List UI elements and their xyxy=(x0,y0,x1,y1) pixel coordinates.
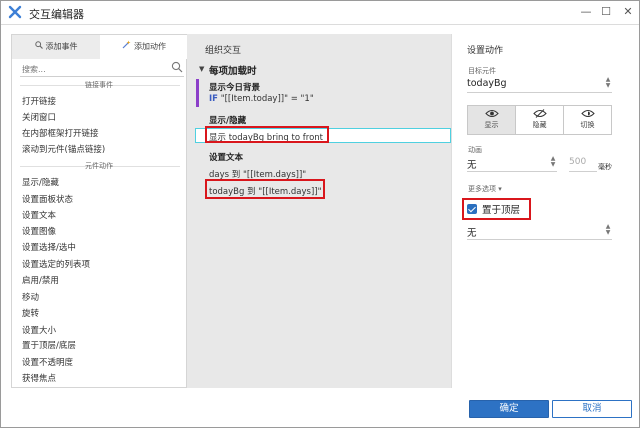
action-item-scroll-to-widget[interactable]: 滚动到元件(锚点链接) xyxy=(22,143,105,155)
interaction-editor-window: 交互编辑器 — ☐ ✕ 添加事件 添加动作 链接事件 打开链接 关闭窗口 在内部 xyxy=(0,0,640,428)
tab-add-action[interactable]: 添加动作 xyxy=(100,35,188,59)
condition-keyword: IF xyxy=(209,94,218,104)
hide-option-button[interactable]: 隐藏 xyxy=(516,106,564,134)
action-item-set-opacity[interactable]: 设置不透明度 xyxy=(22,356,73,368)
updown-arrows-icon: ▲ ▼ xyxy=(550,155,556,168)
action-item-set-panel-state[interactable]: 设置面板状态 xyxy=(22,193,73,205)
maximize-button[interactable]: ☐ xyxy=(595,3,617,21)
order-value: 无 xyxy=(467,228,477,239)
case-title[interactable]: 显示今日背景 xyxy=(209,81,260,93)
target-widget-label: 目标元件 xyxy=(468,67,496,75)
animation-select[interactable]: 无 ▲ ▼ xyxy=(467,156,557,172)
updown-arrows-icon: ▲ ▼ xyxy=(605,223,611,236)
close-button[interactable]: ✕ xyxy=(617,3,639,21)
action-settings-panel: 设置动作 目标元件 todayBg ▲▼ 显示 隐藏 切换 动画 无 ▲▼ xyxy=(451,34,631,388)
hide-option-label: 隐藏 xyxy=(532,121,547,129)
panel-title: 组织交互 xyxy=(205,46,242,56)
search-icon[interactable] xyxy=(171,61,183,73)
highlight-box xyxy=(205,179,325,199)
section-header-widgets: 元件动作 xyxy=(85,162,113,170)
action-item-bring-front-back[interactable]: 置于顶层/底层 xyxy=(22,339,76,351)
duration-unit: 毫秒 xyxy=(598,163,612,171)
animation-label: 动画 xyxy=(468,146,482,154)
highlight-box xyxy=(462,198,531,220)
eye-icon xyxy=(484,110,499,117)
action-item-open-in-frame[interactable]: 在内部框架打开链接 xyxy=(22,127,99,139)
window-title: 交互编辑器 xyxy=(29,8,84,21)
show-option-button[interactable]: 显示 xyxy=(468,106,516,134)
toggle-option-button[interactable]: 切换 xyxy=(564,106,611,134)
order-select[interactable]: 无 ▲ ▼ xyxy=(467,224,612,240)
search-input[interactable] xyxy=(20,63,184,77)
magic-wand-icon xyxy=(122,35,131,59)
action-item-enable-disable[interactable]: 启用/禁用 xyxy=(22,274,59,286)
action-item-open-link[interactable]: 打开链接 xyxy=(22,95,56,107)
action-item-set-text[interactable]: 设置文本 xyxy=(22,209,56,221)
action-item-set-image[interactable]: 设置图像 xyxy=(22,225,56,237)
updown-arrows-icon: ▲ ▼ xyxy=(605,76,611,89)
visibility-toggle-group: 显示 隐藏 切换 xyxy=(467,105,612,135)
more-options-toggle[interactable]: 更多选项 ▾ xyxy=(468,184,502,194)
action-library-panel: 添加事件 添加动作 链接事件 打开链接 关闭窗口 在内部框架打开链接 滚动到元件… xyxy=(11,34,188,388)
action-item-set-size[interactable]: 设置大小 xyxy=(22,324,56,336)
action-header-set-text[interactable]: 设置文本 xyxy=(209,151,243,163)
action-header-show-hide[interactable]: 显示/隐藏 xyxy=(209,114,246,126)
panel-title: 设置动作 xyxy=(467,46,504,56)
cancel-button[interactable]: 取消 xyxy=(552,400,632,418)
event-title[interactable]: 每项加载时 xyxy=(209,63,257,77)
show-option-label: 显示 xyxy=(484,121,499,129)
case-condition: IF "[[Item.today]]" = "1" xyxy=(209,94,314,104)
action-item-move[interactable]: 移动 xyxy=(22,291,39,303)
highlight-box xyxy=(205,126,329,143)
axure-logo-icon xyxy=(8,5,22,19)
action-item-focus[interactable]: 获得焦点 xyxy=(22,372,56,384)
tab-bar: 添加事件 添加动作 xyxy=(12,35,188,59)
duration-input[interactable]: 500 xyxy=(569,156,597,172)
eye-off-icon xyxy=(532,109,547,118)
tab-add-event-label: 添加事件 xyxy=(45,42,78,51)
magnifier-icon xyxy=(34,35,43,59)
title-bar: 交互编辑器 — ☐ ✕ xyxy=(1,1,639,25)
minimize-button[interactable]: — xyxy=(575,3,597,21)
case-indicator-bar xyxy=(196,79,199,107)
action-item-rotate[interactable]: 旋转 xyxy=(22,307,39,319)
toggle-option-label: 切换 xyxy=(580,121,595,129)
caret-down-icon[interactable]: ▼ xyxy=(199,65,204,73)
tab-add-event[interactable]: 添加事件 xyxy=(12,35,100,59)
eye-toggle-icon xyxy=(580,110,595,117)
tab-add-action-label: 添加动作 xyxy=(134,42,166,51)
target-widget-select[interactable]: todayBg ▲ ▼ xyxy=(467,77,612,93)
animation-value: 无 xyxy=(467,160,477,171)
action-item-show-hide[interactable]: 显示/隐藏 xyxy=(22,176,59,188)
target-widget-value: todayBg xyxy=(467,78,507,89)
organize-interactions-panel: 组织交互 ▼ 每项加载时 显示今日背景 IF "[[Item.today]]" … xyxy=(187,34,451,388)
condition-text: "[[Item.today]]" = "1" xyxy=(220,94,314,104)
action-item-close-window[interactable]: 关闭窗口 xyxy=(22,111,56,123)
section-header-links: 链接事件 xyxy=(85,81,113,89)
ok-button[interactable]: 确定 xyxy=(469,400,549,418)
action-item-set-list-item[interactable]: 设置选定的列表项 xyxy=(22,258,90,270)
action-item-set-selected[interactable]: 设置选择/选中 xyxy=(22,241,76,253)
